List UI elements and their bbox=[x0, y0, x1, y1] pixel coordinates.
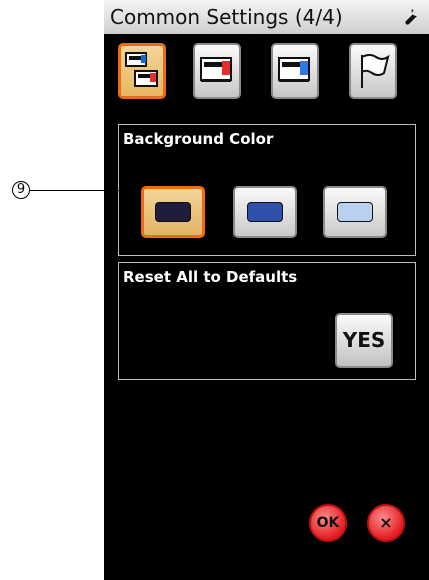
header-bar: Common Settings (4/4) bbox=[104, 0, 429, 34]
bg-color-blue-button[interactable] bbox=[233, 186, 297, 238]
sewing-machine-red-icon bbox=[200, 57, 232, 82]
bg-color-light-button[interactable] bbox=[323, 186, 387, 238]
reset-defaults-title: Reset All to Defaults bbox=[123, 268, 298, 286]
close-button[interactable]: × bbox=[367, 504, 405, 542]
color-swatch bbox=[337, 202, 373, 222]
tab-language-settings[interactable] bbox=[349, 43, 397, 99]
bg-color-dark-button[interactable] bbox=[141, 186, 205, 238]
color-swatch bbox=[247, 202, 283, 222]
color-swatch bbox=[155, 202, 191, 222]
page-title: Common Settings (4/4) bbox=[110, 5, 343, 29]
background-color-title: Background Color bbox=[123, 130, 274, 148]
callout-line bbox=[30, 190, 136, 191]
callout-number: 9 bbox=[12, 181, 30, 199]
flag-icon bbox=[361, 54, 390, 88]
tab-machine-settings[interactable] bbox=[118, 43, 166, 99]
machine-combined-icon bbox=[125, 52, 158, 87]
wrench-icon bbox=[405, 9, 417, 25]
sewing-machine-blue-icon bbox=[278, 57, 310, 82]
yes-button[interactable]: YES bbox=[335, 313, 393, 368]
tab-sewing-settings[interactable] bbox=[193, 43, 241, 99]
tab-embroidery-settings[interactable] bbox=[271, 43, 319, 99]
ok-button[interactable]: OK bbox=[309, 504, 347, 542]
